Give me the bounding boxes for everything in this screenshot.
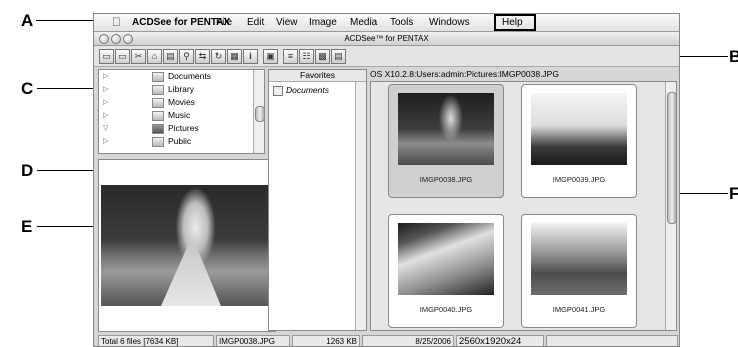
file-list-scrollbar[interactable] bbox=[665, 82, 677, 330]
toolbar: ▭ ▭ ✂ ⌂ ▤ ⚲ ⇆ ↻ ▦ i ▣ ≡ ☷ ▩ ▤ bbox=[94, 46, 679, 67]
thumbnail-filename: IMGP0038.JPG bbox=[419, 175, 473, 184]
folder-tree-panel: ▷ Documents ▷ Library ▷ Movies ▷ Music ▽… bbox=[98, 69, 265, 154]
folder-icon bbox=[152, 98, 164, 108]
callout-b: B bbox=[729, 47, 738, 66]
favorites-item-label: Documents bbox=[286, 85, 329, 95]
sort-icon[interactable]: ▤ bbox=[331, 49, 346, 64]
status-total: Total 6 files [7634 KB] bbox=[98, 335, 214, 346]
thumbnail-image bbox=[531, 223, 627, 295]
expand-arrow-icon[interactable]: ▷ bbox=[103, 96, 108, 109]
tree-item-label: Documents bbox=[168, 71, 211, 81]
share-icon[interactable]: ⇆ bbox=[195, 49, 210, 64]
expand-arrow-icon[interactable]: ▷ bbox=[103, 83, 108, 96]
preview-pane bbox=[98, 159, 276, 332]
file-list-pane: IMGP0038.JPG IMGP0039.JPG IMGP0040.JPG I… bbox=[370, 81, 677, 331]
favorites-scrollbar[interactable] bbox=[355, 82, 366, 330]
app-screen:  ACDSee for PENTAX File Edit View Image… bbox=[93, 13, 680, 347]
favorites-header: Favorites bbox=[269, 70, 366, 82]
callout-f: F bbox=[729, 184, 738, 203]
list-icon[interactable]: ≡ bbox=[283, 49, 298, 64]
window-titlebar: ACDSee™ for PENTAX bbox=[94, 32, 679, 46]
view-icon[interactable]: ▣ bbox=[263, 49, 278, 64]
menu-windows[interactable]: Windows bbox=[429, 17, 470, 28]
tree-item-documents[interactable]: ▷ Documents bbox=[99, 70, 249, 83]
status-extra bbox=[546, 335, 678, 346]
status-dimensions: 2560x1920x24 bbox=[456, 335, 544, 346]
callout-a: A bbox=[21, 11, 34, 30]
expand-arrow-icon[interactable]: ▷ bbox=[103, 109, 108, 122]
status-filename: IMGP0038.JPG bbox=[216, 335, 290, 346]
status-size: 1263 KB bbox=[292, 335, 360, 346]
callout-c: C bbox=[21, 79, 34, 98]
document-icon bbox=[273, 85, 283, 96]
thumbnail-card[interactable]: IMGP0041.JPG bbox=[521, 214, 637, 328]
rotate-icon[interactable]: ↻ bbox=[211, 49, 226, 64]
menu-help[interactable]: Help bbox=[502, 17, 523, 28]
minimize-button[interactable] bbox=[111, 34, 121, 44]
thumbnails-icon[interactable]: ▩ bbox=[315, 49, 330, 64]
thumbnail-filename: IMGP0041.JPG bbox=[552, 305, 606, 314]
thumbnail-image bbox=[398, 93, 494, 165]
tree-item-label: Movies bbox=[168, 97, 195, 107]
file-list-scroll-thumb[interactable] bbox=[667, 92, 677, 224]
preview-image bbox=[101, 185, 273, 306]
menu-file[interactable]: File bbox=[216, 17, 232, 28]
menu-tools[interactable]: Tools bbox=[390, 17, 413, 28]
menu-view[interactable]: View bbox=[276, 17, 298, 28]
tree-item-label: Public bbox=[168, 136, 192, 146]
tree-item-label: Music bbox=[168, 110, 191, 120]
path-bar: OS X10.2.8:Users:admin:Pictures:IMGP0038… bbox=[370, 69, 559, 79]
copy-icon[interactable]: ▭ bbox=[115, 49, 130, 64]
thumbnail-card[interactable]: IMGP0040.JPG bbox=[388, 214, 504, 328]
callout-d: D bbox=[21, 161, 34, 180]
folder-up-icon[interactable]: ⌂ bbox=[147, 49, 162, 64]
folder-icon bbox=[152, 124, 164, 134]
thumbnail-image bbox=[531, 93, 627, 165]
tree-item-music[interactable]: ▷ Music bbox=[99, 109, 249, 122]
callout-e: E bbox=[21, 217, 33, 236]
menu-edit[interactable]: Edit bbox=[247, 17, 264, 28]
expand-arrow-icon[interactable]: ▷ bbox=[103, 70, 108, 83]
folder-icon bbox=[152, 85, 164, 95]
apple-icon[interactable]:  bbox=[112, 15, 121, 29]
thumbnail-image bbox=[398, 223, 494, 295]
menu-image[interactable]: Image bbox=[309, 17, 337, 28]
search-icon[interactable]: ⚲ bbox=[179, 49, 194, 64]
status-date: 8/25/2006 bbox=[362, 335, 454, 346]
tree-scrollbar[interactable] bbox=[253, 70, 265, 153]
folder-icon bbox=[152, 137, 164, 147]
tree-item-public[interactable]: ▷ Public bbox=[99, 135, 249, 148]
thumbnail-filename: IMGP0040.JPG bbox=[419, 305, 473, 314]
thumbnail-filename: IMGP0039.JPG bbox=[552, 175, 606, 184]
paste-icon[interactable]: ▭ bbox=[99, 49, 114, 64]
properties-icon[interactable]: ▦ bbox=[227, 49, 242, 64]
details-icon[interactable]: ☷ bbox=[299, 49, 314, 64]
tree-item-label: Library bbox=[168, 84, 194, 94]
info-icon[interactable]: i bbox=[243, 49, 258, 64]
folder-icon bbox=[152, 111, 164, 121]
thumbnail-card[interactable]: IMGP0038.JPG bbox=[388, 84, 504, 198]
menu-media[interactable]: Media bbox=[350, 17, 377, 28]
menu-bar:  ACDSee for PENTAX File Edit View Image… bbox=[94, 14, 679, 32]
move-icon[interactable]: ▤ bbox=[163, 49, 178, 64]
favorites-pane: Favorites Documents bbox=[268, 69, 367, 331]
favorites-item-documents[interactable]: Documents bbox=[273, 85, 329, 96]
window-title: ACDSee™ for PENTAX bbox=[344, 34, 429, 43]
tree-item-movies[interactable]: ▷ Movies bbox=[99, 96, 249, 109]
close-button[interactable] bbox=[99, 34, 109, 44]
cut-icon[interactable]: ✂ bbox=[131, 49, 146, 64]
expand-arrow-icon[interactable]: ▷ bbox=[103, 135, 108, 148]
folder-icon bbox=[152, 72, 164, 82]
collapse-arrow-icon[interactable]: ▽ bbox=[103, 122, 108, 135]
tree-item-library[interactable]: ▷ Library bbox=[99, 83, 249, 96]
tree-item-label: Pictures bbox=[168, 123, 199, 133]
tree-item-pictures[interactable]: ▽ Pictures bbox=[99, 122, 249, 135]
tree-scroll-thumb[interactable] bbox=[255, 106, 265, 122]
zoom-button[interactable] bbox=[123, 34, 133, 44]
thumbnail-card[interactable]: IMGP0039.JPG bbox=[521, 84, 637, 198]
preview-path-shape bbox=[161, 245, 221, 306]
